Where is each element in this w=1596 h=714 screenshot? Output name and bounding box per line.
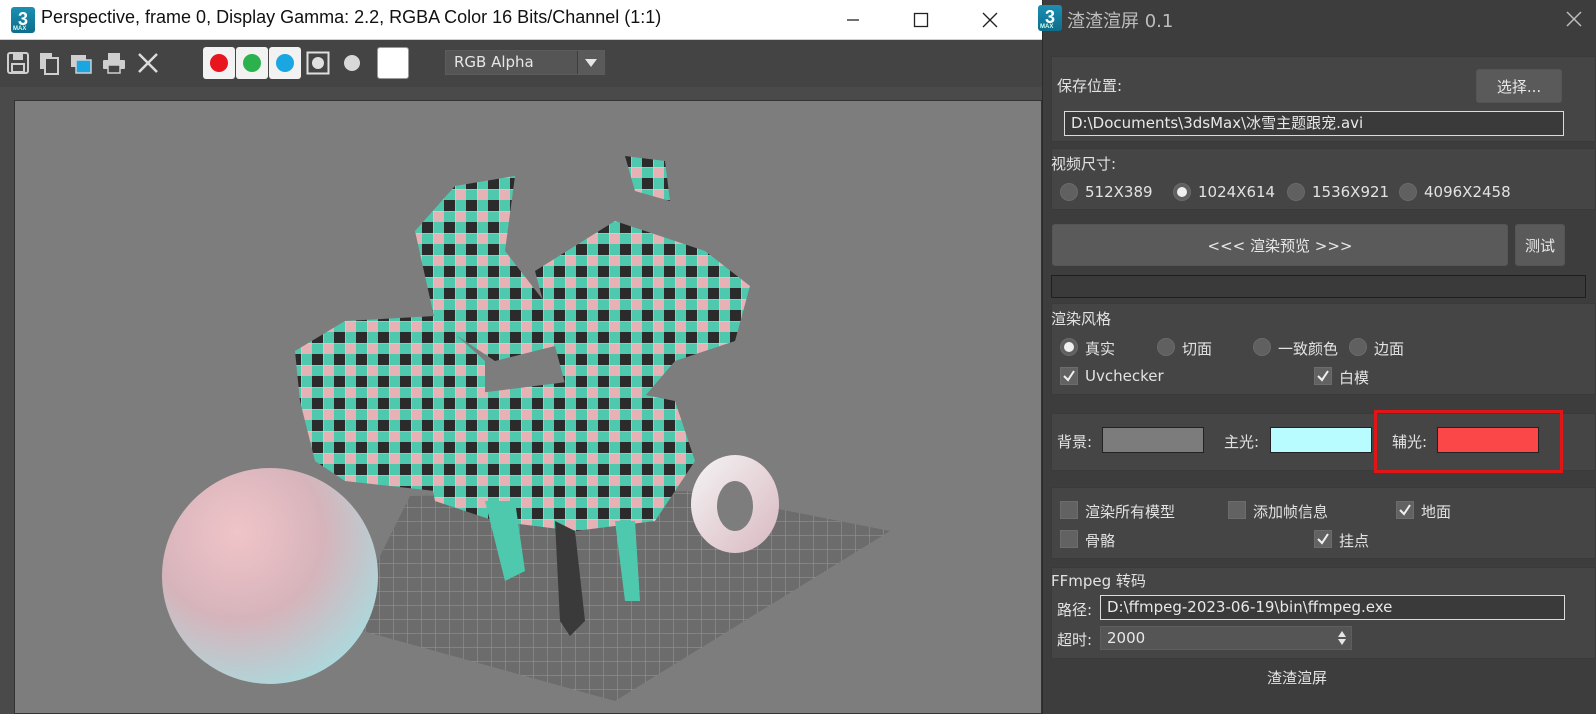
size-option-label: 1024X614 [1198,183,1276,201]
style-option-radio[interactable] [1349,338,1367,356]
timeout-spinner[interactable]: 2000 [1100,626,1352,650]
uvchecker-checkbox[interactable] [1060,367,1078,385]
size-option-radio[interactable] [1173,183,1191,201]
add-frame-info-checkbox[interactable] [1228,501,1246,519]
render-progress-bar [1051,275,1586,298]
save-location-label: 保存位置: [1057,77,1123,95]
bones-label: 骨骼 [1085,532,1116,550]
highlight-annotation [1374,410,1563,473]
background-color-swatch[interactable] [1102,427,1204,453]
ffmpeg-panel: FFmpeg 转码 路径: D:\ffmpeg-2023-06-19\bin\f… [1051,567,1596,659]
channel-select[interactable]: RGB Alpha [445,50,605,75]
size-option-radio[interactable] [1287,183,1305,201]
key-light-color-swatch[interactable] [1270,427,1372,453]
attach-points-checkbox[interactable] [1314,530,1332,548]
save-location-panel: 保存位置: 选择... D:\Documents\3dsMax\冰雪主题跟宠.a… [1051,56,1596,142]
render-preview-button[interactable]: <<< 渲染预览 >>> [1052,224,1508,266]
ffmpeg-path-label: 路径: [1057,601,1093,619]
save-icon[interactable] [5,50,31,76]
choose-path-button[interactable]: 选择... [1476,69,1562,103]
close-icon [982,12,998,28]
video-size-panel: 视频尺寸: 512X389 1024X614 1536X921 4096X245… [1051,148,1596,210]
dropdown-arrow-icon[interactable] [577,51,604,74]
plugin-title-bar[interactable]: 3 MAX 渣渣渲屏 0.1 [1038,0,1596,38]
render-frame-window: 3 MAX Perspective, frame 0, Display Gamma… [0,0,1042,714]
blue-dot-icon [276,54,294,72]
video-size-label: 视频尺寸: [1051,155,1117,173]
style-option-label: 一致颜色 [1278,340,1339,358]
channel-select-value: RGB Alpha [454,53,534,71]
monochrome-icon [306,51,330,75]
options-panel: 渲染所有模型 添加帧信息 地面 骨骼 挂点 [1051,487,1596,559]
timeout-value: 2000 [1107,629,1146,647]
ffmpeg-path-input[interactable]: D:\ffmpeg-2023-06-19\bin\ffmpeg.exe [1100,595,1565,620]
size-option-label: 4096X2458 [1424,183,1511,201]
close-button[interactable] [955,0,1025,40]
test-button[interactable]: 测试 [1515,224,1565,266]
red-channel-button[interactable] [203,47,235,79]
bones-checkbox[interactable] [1060,530,1078,548]
render-all-models-label: 渲染所有模型 [1085,503,1176,521]
style-option-radio[interactable] [1060,338,1078,356]
render-style-panel: 渲染风格 真实 切面 一致颜色 边面 Uvchecker 白模 [1051,303,1596,395]
style-option-label: 真实 [1085,340,1116,358]
title-bar[interactable]: 3 MAX Perspective, frame 0, Display Gamma… [0,0,1042,40]
key-light-label: 主光: [1224,433,1260,451]
render-style-label: 渲染风格 [1051,310,1112,328]
maximize-icon [913,12,929,28]
close-icon[interactable] [1560,5,1588,33]
style-option-label: 边面 [1374,340,1405,358]
blue-channel-button[interactable] [269,47,301,79]
plugin-window: 3 MAX 渣渣渲屏 0.1 保存位置: 选择... D:\Documents\3… [1038,0,1596,714]
ffmpeg-label: FFmpeg 转码 [1051,572,1146,590]
print-icon[interactable] [101,50,127,76]
viewport-scene [162,156,890,701]
size-option-label: 512X389 [1085,183,1153,201]
clone-window-icon[interactable] [68,50,94,76]
spinner-arrows-icon[interactable] [1337,630,1347,646]
white-model-label: 白模 [1339,369,1370,387]
copy-icon[interactable] [36,50,62,76]
window-title: Perspective, frame 0, Display Gamma: 2.2… [41,7,662,27]
sphere-model [162,468,378,684]
background-label: 背景: [1057,433,1093,451]
size-option-radio[interactable] [1399,183,1417,201]
save-path-input[interactable]: D:\Documents\3dsMax\冰雪主题跟宠.avi [1064,111,1564,136]
timeout-label: 超时: [1057,631,1093,649]
style-option-radio[interactable] [1157,338,1175,356]
background-color-swatch[interactable] [377,47,409,79]
minimize-icon [847,19,859,21]
3dsmax-logo-icon: 3 MAX [1038,5,1062,31]
ground-label: 地面 [1421,503,1452,521]
style-option-radio[interactable] [1253,338,1271,356]
render-area [0,87,1042,714]
clear-icon[interactable] [135,50,161,76]
3dsmax-logo-icon: 3 MAX [11,7,35,33]
green-channel-button[interactable] [236,47,268,79]
minimize-button[interactable] [818,0,888,40]
uvchecker-label: Uvchecker [1085,367,1164,385]
attach-points-label: 挂点 [1339,532,1370,550]
size-option-radio[interactable] [1060,183,1078,201]
size-option-label: 1536X921 [1312,183,1390,201]
monochrome-button[interactable] [302,47,334,79]
footer-label: 渣渣渲屏 [1267,669,1328,687]
frame-toolbar: RGB Alpha [0,40,1042,87]
plugin-title: 渣渣渲屏 0.1 [1067,11,1174,32]
ground-checkbox[interactable] [1396,501,1414,519]
style-option-label: 切面 [1182,340,1213,358]
maximize-button[interactable] [886,0,956,40]
rendered-image [14,100,1042,714]
render-all-models-checkbox[interactable] [1060,501,1078,519]
alpha-dot-icon [344,55,360,71]
green-dot-icon [243,54,261,72]
red-dot-icon [210,54,228,72]
alpha-channel-button[interactable] [336,47,368,79]
white-model-checkbox[interactable] [1314,367,1332,385]
add-frame-info-label: 添加帧信息 [1253,503,1329,521]
